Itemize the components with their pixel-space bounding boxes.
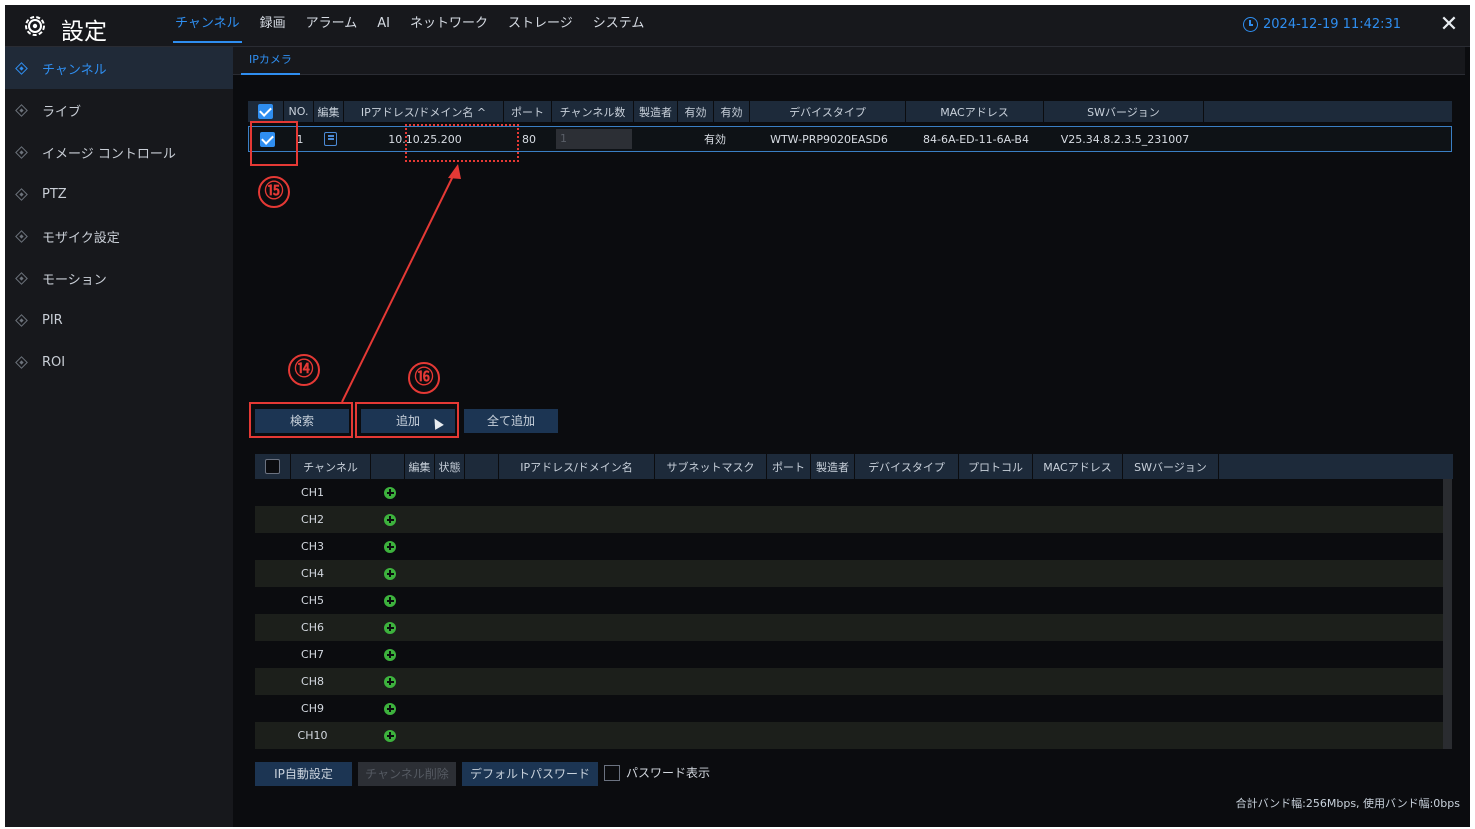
add-channel-icon[interactable] [384,486,396,499]
add-cell [370,594,410,607]
annotation-search-highlight [249,402,353,438]
add-channel-icon[interactable] [384,729,396,742]
header-protocol: プロトコル [959,454,1033,479]
table-row[interactable]: CH8 [255,668,1443,695]
add-channel-icon[interactable] [384,648,396,661]
show-password-toggle[interactable]: パスワード表示 [604,764,710,781]
add-cell [370,621,410,634]
show-password-checkbox[interactable] [604,764,620,781]
add-channel-icon[interactable] [384,513,396,526]
header-blank-2 [465,454,499,479]
header-filler [1219,454,1453,479]
header-subnet: サブネットマスク [655,454,767,479]
header-channel: チャンネル [291,454,371,479]
add-cell [370,540,410,553]
table-row[interactable]: CH2 [255,506,1443,533]
table-header: チャンネル 編集 状態 IPアドレス/ドメイン名 サブネットマスク ポート 製造… [255,454,1453,479]
add-cell [370,702,410,715]
table-row[interactable]: CH3 [255,533,1443,560]
add-all-button[interactable]: 全て追加 [464,409,558,433]
add-channel-icon[interactable] [384,621,396,634]
channel-name: CH6 [301,621,324,634]
header-device-type: デバイスタイプ [855,454,959,479]
annotation-add-highlight [355,402,459,438]
add-cell [370,486,410,499]
channel-name: CH2 [301,513,324,526]
channel-name: CH3 [301,540,324,553]
header-mac: MACアドレス [1033,454,1123,479]
add-channel-icon[interactable] [384,540,396,553]
table-row[interactable]: CH4 [255,560,1443,587]
default-password-button[interactable]: デフォルトパスワード [462,762,598,786]
add-cell [370,675,410,688]
header-maker: 製造者 [811,454,855,479]
channel-name: CH9 [301,702,324,715]
header-ip: IPアドレス/ドメイン名 [499,454,655,479]
channel-name: CH5 [301,594,324,607]
header-port: ポート [767,454,811,479]
channel-table: チャンネル 編集 状態 IPアドレス/ドメイン名 サブネットマスク ポート 製造… [255,454,1453,479]
header-blank [371,454,405,479]
add-channel-icon[interactable] [384,594,396,607]
header-sw: SWバージョン [1123,454,1219,479]
add-channel-icon[interactable] [384,567,396,580]
delete-channel-button[interactable]: チャンネル削除 [358,762,456,786]
table-row[interactable]: CH5 [255,587,1443,614]
header-edit: 編集 [405,454,435,479]
bandwidth-status: 合計バンド幅:256Mbps, 使用バンド幅:0bps [1235,797,1460,810]
table-row[interactable]: CH7 [255,641,1443,668]
channel-table-scrollbar[interactable] [1443,479,1452,749]
select-all-checkbox[interactable] [265,459,280,474]
add-channel-icon[interactable] [384,702,396,715]
table-row[interactable]: CH9 [255,695,1443,722]
channel-name: CH4 [301,567,324,580]
channel-name: CH7 [301,648,324,661]
show-password-label: パスワード表示 [626,766,711,780]
add-cell [370,567,410,580]
ip-auto-setting-button[interactable]: IP自動設定 [255,762,352,786]
channel-name: CH10 [297,729,328,742]
channel-table-body: CH1 CH2 CH3 CH4 CH5 CH6 CH7 CH8 CH9 CH10 [255,479,1443,749]
header-status: 状態 [435,454,465,479]
add-cell [370,648,410,661]
table-row[interactable]: CH1 [255,479,1443,506]
select-all-cell [255,454,291,479]
channel-name: CH8 [301,675,324,688]
table-row[interactable]: CH6 [255,614,1443,641]
table-row[interactable]: CH10 [255,722,1443,749]
add-cell [370,513,410,526]
add-channel-icon[interactable] [384,675,396,688]
channel-name: CH1 [301,486,324,499]
add-cell [370,729,410,742]
